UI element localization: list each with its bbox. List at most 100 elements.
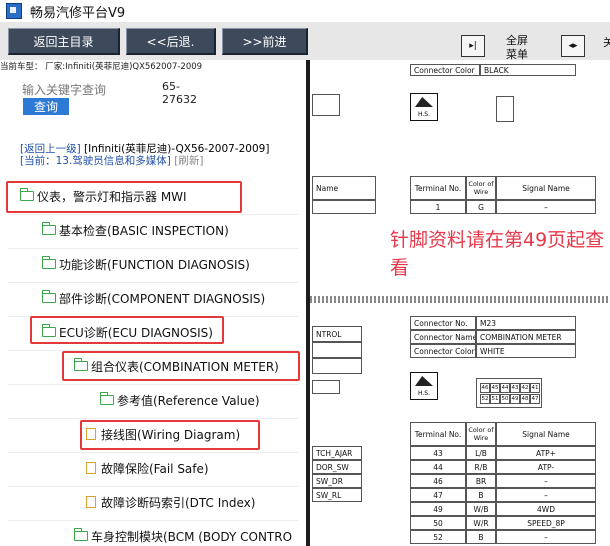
highlight-box bbox=[30, 316, 224, 344]
back-button[interactable]: <<后退. bbox=[126, 28, 216, 55]
partial-cell bbox=[312, 380, 340, 394]
connector-name-label: Connector Name bbox=[410, 330, 476, 344]
table1-terminal: 1 bbox=[410, 200, 466, 214]
document-code: 65- 27632 bbox=[162, 80, 197, 106]
tree-item-fail-safe[interactable]: 故障保险(Fail Safe) bbox=[86, 459, 209, 477]
harness-side-icon: H.S. bbox=[410, 372, 438, 400]
connector-color-label: Connector Color bbox=[410, 344, 476, 358]
folder-icon bbox=[41, 256, 56, 269]
back-up-link[interactable]: [返回上一级] bbox=[20, 143, 81, 155]
search-input[interactable]: 输入关键字查询 bbox=[22, 81, 106, 98]
pin-signal: – bbox=[496, 474, 596, 488]
tree-item-reference-value[interactable]: 参考值(Reference Value) bbox=[99, 391, 260, 409]
title-bar: 畅易汽修平台V9 bbox=[0, 0, 610, 23]
highlight-box bbox=[6, 181, 242, 213]
pin-terminal: 49 bbox=[410, 502, 466, 516]
pin-signal: SPEED_8P bbox=[496, 516, 596, 530]
connector-pin-face: 46 45 44 43 42 41 52 51 50 49 48 47 bbox=[476, 378, 542, 408]
document-icon bbox=[86, 462, 96, 474]
pin: 47 bbox=[530, 394, 540, 404]
pin-terminal: 52 bbox=[410, 530, 466, 544]
connector-pins-partial bbox=[312, 94, 340, 116]
row-divider bbox=[8, 282, 298, 283]
connector-no: M23 bbox=[476, 316, 576, 330]
highlight-box bbox=[62, 351, 300, 381]
row-divider bbox=[8, 384, 298, 385]
folder-icon bbox=[73, 528, 88, 541]
toolbar: 返回主目录 <<后退. >>前进 ▸| 全屏 菜单 ◂▸ 关 bbox=[0, 22, 610, 62]
folder-icon bbox=[41, 222, 56, 235]
tree-item-basic-inspection[interactable]: 基本检查(BASIC INSPECTION) bbox=[41, 221, 229, 239]
document-icon bbox=[86, 496, 96, 508]
pin: 42 bbox=[520, 383, 530, 393]
folder-icon bbox=[41, 290, 56, 303]
navigation-panel: 输入关键字查询 查询 65- 27632 [返回上一级] [Infiniti(英… bbox=[0, 71, 308, 546]
partial-cell: SW_RL bbox=[312, 488, 362, 502]
partial-cell: TCH_AJAR bbox=[312, 446, 362, 460]
pin: 52 bbox=[480, 394, 490, 404]
forward-button[interactable]: >>前进 bbox=[222, 28, 308, 55]
connector-color-label: Connector Color bbox=[410, 64, 480, 76]
pin: 44 bbox=[500, 383, 510, 393]
collapse-panel-icon[interactable]: ▸| bbox=[461, 35, 485, 57]
pin: 50 bbox=[500, 394, 510, 404]
table1-terminal-header: Terminal No. bbox=[410, 176, 466, 200]
connector-shape bbox=[496, 96, 514, 122]
tree-item-label: 故障保险(Fail Safe) bbox=[101, 461, 209, 476]
connector-no-label: Connector No. bbox=[410, 316, 476, 330]
pin-terminal: 43 bbox=[410, 446, 466, 460]
table1-color-header: Color of Wire bbox=[466, 176, 496, 200]
pin: 45 bbox=[490, 383, 500, 393]
pin-row-top: 46 45 44 43 42 41 bbox=[480, 383, 540, 393]
tree-item-component-diagnosis[interactable]: 部件诊断(COMPONENT DIAGNOSIS) bbox=[41, 289, 266, 307]
pin-color: BR bbox=[466, 474, 496, 488]
breadcrumb: [返回上一级] [Infiniti(英菲尼迪)-QX56-2007-2009] … bbox=[20, 143, 302, 167]
hs-label: H.S. bbox=[417, 390, 431, 397]
partial-cell bbox=[312, 358, 362, 374]
pin-signal: 4WD bbox=[496, 502, 596, 516]
pin-signal: – bbox=[496, 488, 596, 502]
tree-item-dtc-index[interactable]: 故障诊断码索引(DTC Index) bbox=[86, 493, 255, 511]
table1-signal-header: Signal Name bbox=[496, 176, 596, 200]
pin: 46 bbox=[480, 383, 490, 393]
tree-item-label: 故障诊断码索引(DTC Index) bbox=[101, 495, 256, 510]
tree-item-label: 车身控制模块(BCM (BODY CONTRO bbox=[91, 529, 293, 544]
code-line1: 65- bbox=[162, 80, 180, 93]
home-button[interactable]: 返回主目录 bbox=[8, 28, 120, 55]
pin-color: W/R bbox=[466, 516, 496, 530]
highlight-box bbox=[80, 420, 260, 450]
pin-color: W/B bbox=[466, 502, 496, 516]
pin-color: B bbox=[466, 488, 496, 502]
folder-icon bbox=[99, 392, 114, 405]
table1-partial-cell bbox=[312, 200, 376, 214]
breadcrumb-current: [当前：13.驾驶员信息和多媒体] bbox=[20, 155, 171, 167]
partial-cell: NTROL bbox=[312, 326, 362, 342]
row-divider bbox=[8, 418, 298, 419]
pin-color: B bbox=[466, 530, 496, 544]
pin-terminal: 50 bbox=[410, 516, 466, 530]
connector-color-value: BLACK bbox=[480, 64, 576, 76]
wiring-diagram-view: Connector Color BLACK H.S. Name Terminal… bbox=[310, 60, 610, 546]
pin-table-color-header: Color of Wire bbox=[466, 422, 496, 446]
expand-panel-icon[interactable]: ◂▸ bbox=[561, 35, 585, 57]
connector-name: COMBINATION METER bbox=[476, 330, 576, 344]
table1-signal: – bbox=[496, 200, 596, 214]
partial-cell: SW_DR bbox=[312, 474, 362, 488]
refresh-link[interactable]: [刷新] bbox=[174, 155, 203, 167]
tree-item-label: 参考值(Reference Value) bbox=[117, 393, 260, 408]
harness-side-icon: H.S. bbox=[410, 93, 438, 121]
fullscreen-menu-button[interactable]: 全屏 菜单 bbox=[506, 34, 528, 62]
search-button[interactable]: 查询 bbox=[23, 98, 69, 115]
tree-item-bcm[interactable]: 车身控制模块(BCM (BODY CONTRO bbox=[73, 527, 293, 545]
partial-cell: DOR_SW bbox=[312, 460, 362, 474]
code-line2: 27632 bbox=[162, 93, 197, 106]
tree-item-label: 部件诊断(COMPONENT DIAGNOSIS) bbox=[59, 291, 266, 306]
breadcrumb-model: [Infiniti(英菲尼迪)-QX56-2007-2009] bbox=[84, 143, 270, 155]
row-divider bbox=[8, 520, 298, 521]
fullscreen-line1: 全屏 bbox=[506, 34, 528, 47]
table1-name-header: Name bbox=[312, 176, 376, 200]
close-label[interactable]: 关 bbox=[603, 36, 610, 50]
pin: 48 bbox=[520, 394, 530, 404]
row-divider bbox=[8, 452, 298, 453]
tree-item-function-diagnosis[interactable]: 功能诊断(FUNCTION DIAGNOSIS) bbox=[41, 255, 250, 273]
